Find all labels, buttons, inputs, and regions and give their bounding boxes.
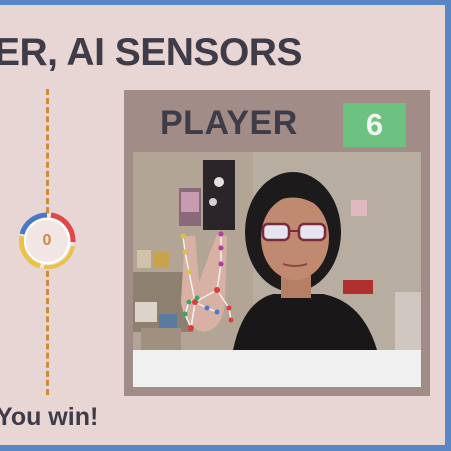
webcam-image [133, 152, 421, 350]
round-number: 0 [42, 232, 52, 249]
player-score: 6 [343, 103, 406, 147]
player-panel: PLAYER 6 [124, 90, 430, 396]
webcam-feed [133, 152, 421, 387]
result-text: You win! [0, 403, 99, 431]
game-screen: ER, AI SENSORS 0 You win! PLAYER 6 [0, 5, 445, 445]
page-title: ER, AI SENSORS [0, 31, 302, 74]
player-label: PLAYER [160, 104, 298, 142]
round-counter: 0 [18, 212, 76, 270]
